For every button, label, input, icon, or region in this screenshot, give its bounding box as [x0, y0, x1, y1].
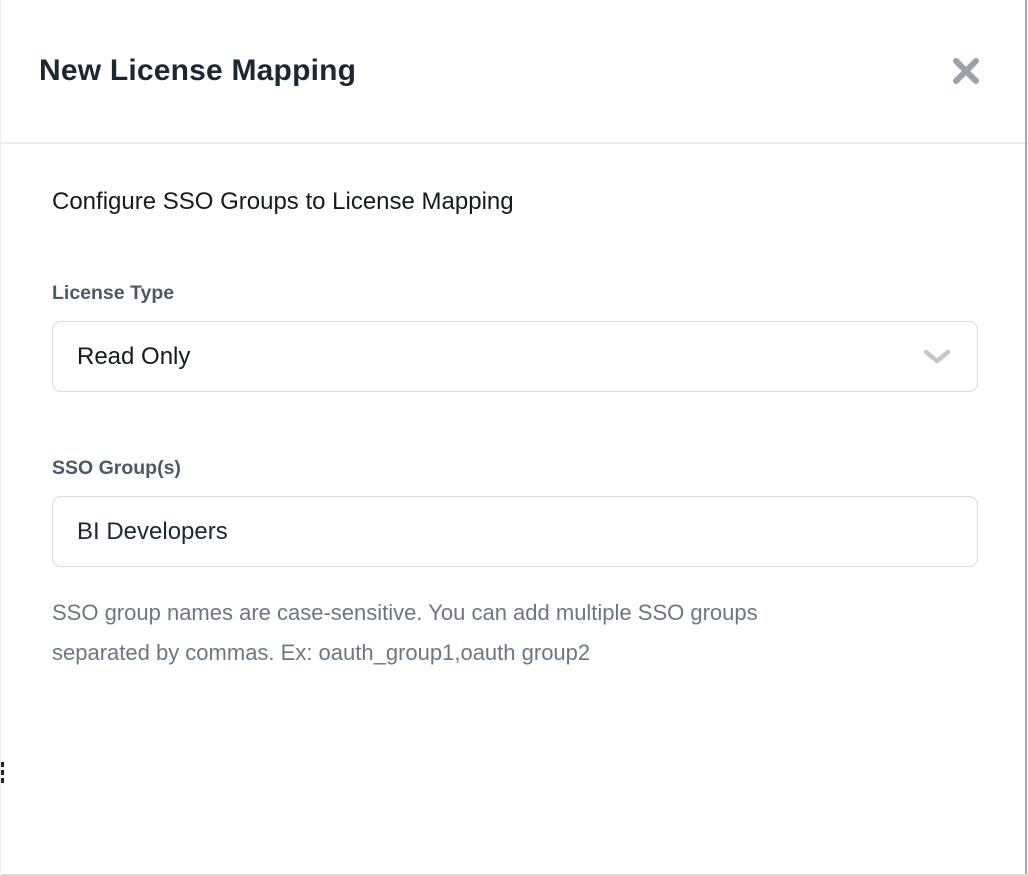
help-line-2: separated by commas. Ex: oauth_group1,oa… [52, 633, 932, 673]
backdrop-edge-right [1025, 0, 1027, 876]
sso-groups-label: SSO Group(s) [52, 456, 977, 480]
modal-description: Configure SSO Groups to License Mapping [52, 186, 977, 217]
x-icon [952, 58, 980, 84]
close-button[interactable] [950, 55, 982, 87]
modal-header: New License Mapping [1, 0, 1028, 144]
license-type-select[interactable]: Read Only [52, 321, 978, 392]
sso-groups-help-text: SSO group names are case-sensitive. You … [52, 593, 932, 673]
license-type-label: License Type [52, 281, 977, 305]
modal-title: New License Mapping [39, 54, 356, 88]
hamburger-menu-icon [1, 762, 4, 783]
sso-groups-input[interactable] [77, 497, 951, 566]
sso-groups-field-box [52, 496, 978, 567]
new-license-mapping-modal: New License Mapping Configure SSO Groups… [0, 0, 1028, 876]
modal-body: Configure SSO Groups to License Mapping … [1, 144, 1028, 673]
license-type-selected-value: Read Only [77, 343, 190, 371]
help-line-1: SSO group names are case-sensitive. You … [52, 593, 932, 633]
chevron-down-icon [923, 349, 951, 365]
